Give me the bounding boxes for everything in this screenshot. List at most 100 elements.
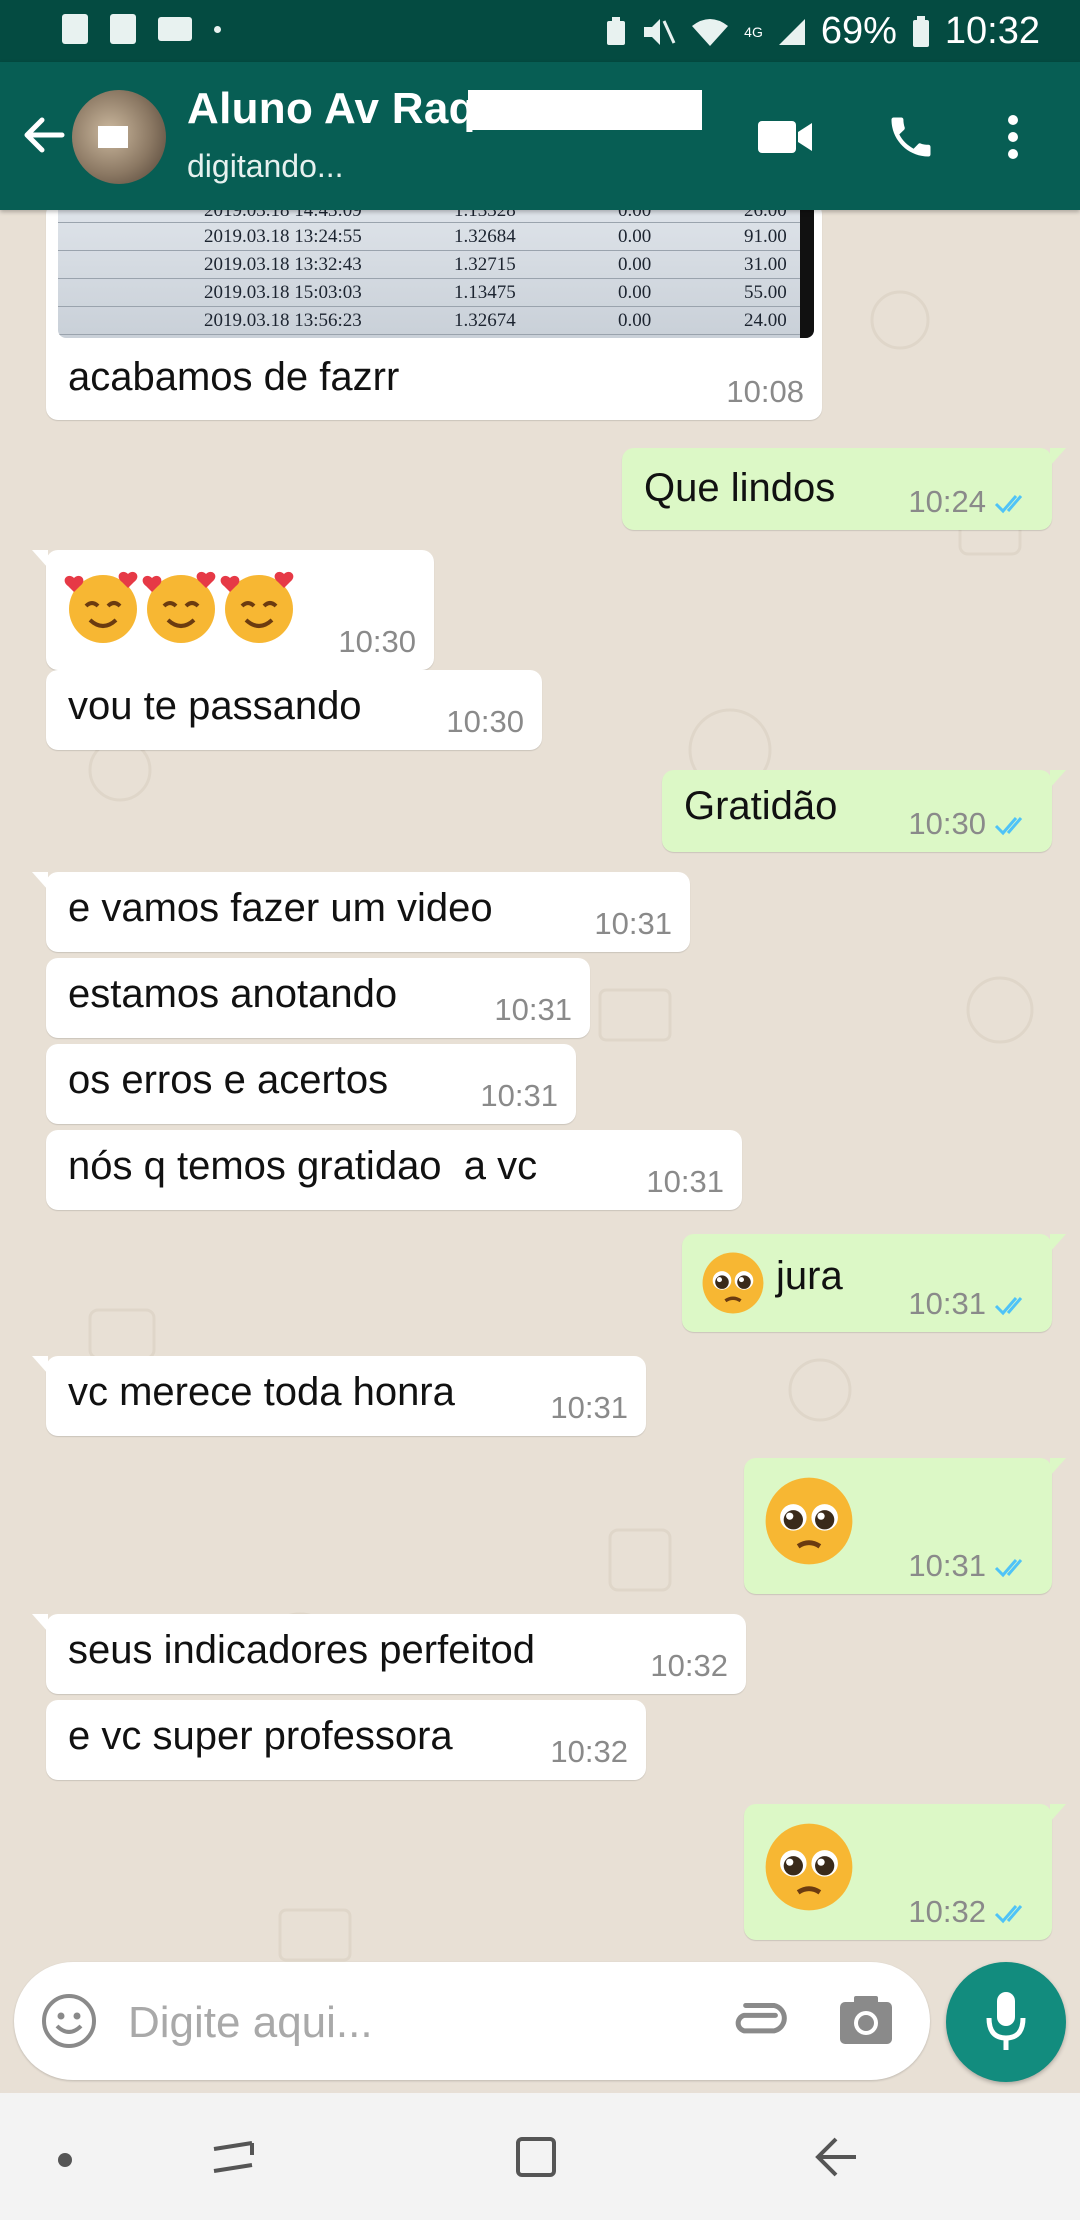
read-receipt-icon: [994, 1559, 1023, 1578]
message-input[interactable]: Digite aqui...: [128, 1998, 373, 2048]
message-bubble-incoming[interactable]: vou te passando 10:30: [46, 670, 542, 750]
voice-call-button[interactable]: [876, 102, 946, 172]
message-bubble-outgoing[interactable]: Que lindos 10:24: [622, 448, 1066, 530]
image-attachment[interactable]: 2019.03.18 14:43:09 1.13328 0.00 26.00 2…: [58, 210, 814, 338]
chat-area[interactable]: 2019.03.18 14:43:09 1.13328 0.00 26.00 2…: [0, 210, 1080, 2090]
message-text: Gratidão: [684, 784, 838, 828]
message-bubble-outgoing[interactable]: Gratidão 10:30: [662, 770, 1066, 852]
photo-cell: 26.00: [744, 210, 787, 221]
clock: 10:32: [944, 10, 1040, 52]
microphone-icon: [986, 1992, 1026, 2050]
chat-header: Aluno Av Raq digitando...: [0, 62, 1080, 210]
voice-record-button[interactable]: [946, 1962, 1066, 2082]
video-icon: [158, 17, 192, 41]
photo-cell: 1.32674: [454, 310, 516, 331]
photo-cell: 91.00: [744, 226, 787, 247]
message-bubble-incoming[interactable]: 10:30: [32, 550, 434, 670]
message-bubble-outgoing[interactable]: 10:31: [744, 1458, 1066, 1594]
photo-cell: 2019.03.18 13:24:55: [204, 226, 362, 247]
message-text: vc merece toda honra: [68, 1370, 455, 1414]
more-options-button[interactable]: [988, 102, 1038, 172]
photo-cell: 0.00: [618, 210, 652, 221]
mute-icon: [644, 18, 676, 45]
contact-name[interactable]: Aluno Av Raq: [187, 84, 476, 134]
photo-cell: 0.00: [618, 254, 652, 275]
message-text: e vamos fazer um video: [68, 886, 493, 930]
battery-saver-icon: [607, 16, 626, 45]
back-arrow-icon[interactable]: [18, 110, 68, 160]
smiling-face-with-hearts-icon: [220, 571, 294, 643]
message-bubble-incoming[interactable]: os erros e acertos 10:31: [46, 1044, 576, 1124]
home-button-icon[interactable]: [514, 2135, 558, 2179]
message-text: Que lindos: [644, 466, 836, 510]
pleading-face-icon: [702, 1252, 764, 1314]
read-receipt-icon: [994, 1297, 1023, 1316]
message-bubble-incoming[interactable]: e vc super professora 10:32: [46, 1700, 646, 1780]
photo-cell: 0.00: [618, 282, 652, 303]
sim-card-icon: [62, 14, 88, 44]
video-call-button[interactable]: [750, 102, 820, 172]
read-receipt-icon: [994, 495, 1023, 514]
message-bubble-incoming[interactable]: 2019.03.18 14:43:09 1.13328 0.00 26.00 2…: [46, 210, 822, 420]
recent-apps-icon[interactable]: [210, 2137, 256, 2177]
message-time: 10:31: [550, 1390, 628, 1425]
message-time: 10:31: [908, 1286, 986, 1321]
message-bubble-incoming[interactable]: nós q temos gratidao a vc 10:31: [46, 1130, 742, 1210]
attach-paperclip-icon[interactable]: [726, 1990, 788, 2052]
message-bubble-incoming[interactable]: seus indicadores perfeitod 10:32: [32, 1614, 746, 1694]
name-redaction: [468, 90, 702, 130]
phone-icon: [891, 117, 931, 157]
message-time: 10:32: [650, 1648, 728, 1683]
message-time: 10:31: [908, 1548, 986, 1583]
message-text: vou te passando: [68, 684, 362, 728]
photo-cell: 0.00: [618, 310, 652, 331]
message-bubble-incoming[interactable]: e vamos fazer um video 10:31: [32, 872, 690, 952]
photo-cell: 2019.03.18 13:56:23: [204, 310, 362, 331]
camera-icon[interactable]: [838, 1994, 894, 2046]
kebab-menu-icon: [1008, 115, 1018, 159]
photo-cell: 55.00: [744, 282, 787, 303]
photo-cell: 1.32715: [454, 254, 516, 275]
battery-icon: [912, 15, 929, 47]
message-time: 10:32: [908, 1894, 986, 1929]
message-text: jura: [776, 1254, 843, 1298]
message-bubble-incoming[interactable]: vc merece toda honra 10:31: [32, 1356, 646, 1436]
message-time: 10:30: [338, 624, 416, 659]
message-time: 10:31: [646, 1164, 724, 1199]
message-bubble-outgoing[interactable]: 10:32: [744, 1804, 1066, 1940]
photo-cell: 2019.03.18 14:43:09: [204, 210, 362, 221]
typing-status: digitando...: [187, 148, 344, 184]
message-time: 10:32: [550, 1734, 628, 1769]
pleading-face-icon: [765, 1477, 853, 1565]
photo-cell: 2019.03.18 13:32:43: [204, 254, 362, 275]
message-time: 10:31: [494, 992, 572, 1027]
video-camera-icon: [758, 121, 812, 153]
message-text: e vc super professora: [68, 1714, 453, 1758]
message-text: nós q temos gratidao a vc: [68, 1144, 538, 1188]
message-composer[interactable]: Digite aqui...: [14, 1962, 930, 2080]
message-time: 10:30: [908, 806, 986, 841]
smiling-face-with-hearts-icon: [64, 571, 138, 643]
message-text: seus indicadores perfeitod: [68, 1628, 535, 1672]
photo-cell: 1.13328: [454, 210, 516, 221]
avatar[interactable]: [72, 90, 166, 184]
photo-cell: 2019.03.18 15:03:03: [204, 282, 362, 303]
message-bubble-outgoing[interactable]: jura 10:31: [682, 1234, 1066, 1332]
photo-cell: 24.00: [744, 310, 787, 331]
signal-icon: [778, 18, 805, 45]
read-receipt-icon: [994, 817, 1023, 836]
status-bar: 4G 69% 10:32: [0, 0, 1080, 62]
photo-cell: 1.13475: [454, 282, 516, 303]
photo-cell: 31.00: [744, 254, 787, 275]
wifi-icon: [692, 18, 729, 46]
message-bubble-incoming[interactable]: estamos anotando 10:31: [46, 958, 590, 1038]
pleading-face-icon: [765, 1823, 853, 1911]
message-time: 10:24: [908, 484, 986, 519]
message-time: 10:08: [726, 374, 804, 409]
system-navigation-bar: [0, 2093, 1080, 2220]
back-nav-icon[interactable]: [814, 2135, 860, 2179]
photo-cell: 1.32684: [454, 226, 516, 247]
battery-percent: 69%: [820, 10, 897, 52]
flag-icon: [110, 14, 136, 44]
emoji-picker-icon[interactable]: [40, 1992, 98, 2050]
